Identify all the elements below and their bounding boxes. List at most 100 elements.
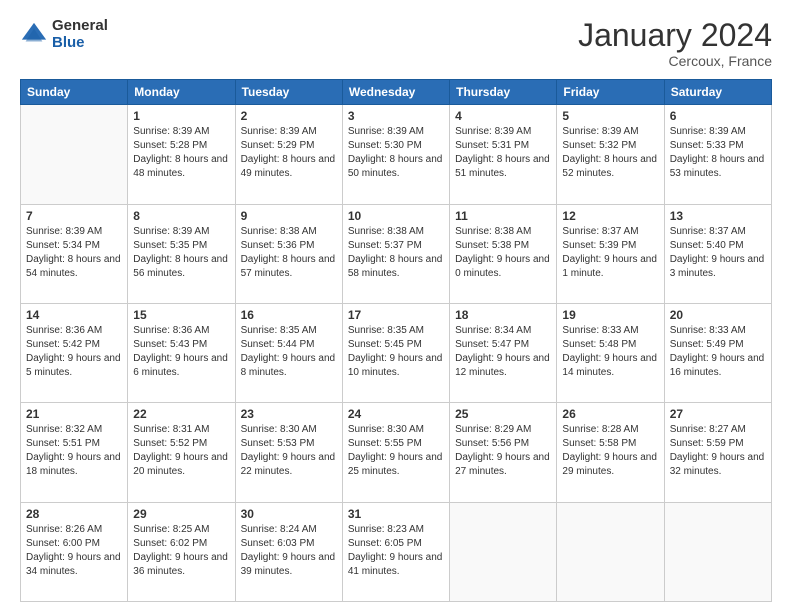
calendar-body: 1 Sunrise: 8:39 AMSunset: 5:28 PMDaylight… bbox=[21, 105, 772, 602]
calendar-cell: 25 Sunrise: 8:29 AMSunset: 5:56 PMDayligh… bbox=[450, 403, 557, 502]
day-info: Sunrise: 8:32 AMSunset: 5:51 PMDaylight:… bbox=[26, 423, 122, 479]
day-info: Sunrise: 8:30 AMSunset: 5:53 PMDaylight:… bbox=[241, 423, 337, 479]
day-info: Sunrise: 8:38 AMSunset: 5:37 PMDaylight:… bbox=[348, 225, 444, 281]
day-info: Sunrise: 8:25 AMSunset: 6:02 PMDaylight:… bbox=[133, 523, 229, 579]
calendar-cell: 10Sunrise: 8:38 AMSunset: 5:37 PMDayligh… bbox=[342, 204, 449, 303]
day-info: Sunrise: 8:39 AMSunset: 5:35 PMDaylight:… bbox=[133, 225, 229, 281]
day-number: 13 bbox=[670, 209, 766, 223]
day-number: 23 bbox=[241, 407, 337, 421]
col-sunday: Sunday bbox=[21, 80, 128, 105]
calendar-week-4: 21 Sunrise: 8:32 AMSunset: 5:51 PMDayligh… bbox=[21, 403, 772, 502]
calendar-week-3: 14 Sunrise: 8:36 AMSunset: 5:42 PMDayligh… bbox=[21, 303, 772, 402]
day-number: 8 bbox=[133, 209, 229, 223]
day-number: 11 bbox=[455, 209, 551, 223]
logo-blue-text: Blue bbox=[52, 35, 108, 52]
day-number: 9 bbox=[241, 209, 337, 223]
calendar-cell: 27 Sunrise: 8:27 AMSunset: 5:59 PMDayligh… bbox=[664, 403, 771, 502]
calendar-header: Sunday Monday Tuesday Wednesday Thursday… bbox=[21, 80, 772, 105]
calendar-cell: 12 Sunrise: 8:37 AMSunset: 5:39 PMDayligh… bbox=[557, 204, 664, 303]
day-info: Sunrise: 8:27 AMSunset: 5:59 PMDaylight:… bbox=[670, 423, 766, 479]
day-info: Sunrise: 8:39 AMSunset: 5:32 PMDaylight:… bbox=[562, 125, 658, 181]
calendar-cell: 28 Sunrise: 8:26 AMSunset: 6:00 PMDayligh… bbox=[21, 502, 128, 601]
day-info: Sunrise: 8:24 AMSunset: 6:03 PMDaylight:… bbox=[241, 523, 337, 579]
day-info: Sunrise: 8:35 AMSunset: 5:44 PMDaylight:… bbox=[241, 324, 337, 380]
day-info: Sunrise: 8:33 AMSunset: 5:49 PMDaylight:… bbox=[670, 324, 766, 380]
col-tuesday: Tuesday bbox=[235, 80, 342, 105]
day-info: Sunrise: 8:39 AMSunset: 5:33 PMDaylight:… bbox=[670, 125, 766, 181]
logo-icon bbox=[20, 21, 48, 49]
header: General Blue January 2024 Cercoux, Franc… bbox=[20, 18, 772, 69]
day-number: 25 bbox=[455, 407, 551, 421]
day-number: 12 bbox=[562, 209, 658, 223]
day-info: Sunrise: 8:26 AMSunset: 6:00 PMDaylight:… bbox=[26, 523, 122, 579]
day-number: 28 bbox=[26, 507, 122, 521]
calendar-cell: 21 Sunrise: 8:32 AMSunset: 5:51 PMDayligh… bbox=[21, 403, 128, 502]
logo-text: General Blue bbox=[52, 18, 108, 51]
calendar-cell: 24Sunrise: 8:30 AMSunset: 5:55 PMDayligh… bbox=[342, 403, 449, 502]
day-number: 27 bbox=[670, 407, 766, 421]
day-info: Sunrise: 8:37 AMSunset: 5:39 PMDaylight:… bbox=[562, 225, 658, 281]
page: General Blue January 2024 Cercoux, Franc… bbox=[0, 0, 792, 612]
calendar-cell bbox=[21, 105, 128, 204]
calendar-cell: 14 Sunrise: 8:36 AMSunset: 5:42 PMDayligh… bbox=[21, 303, 128, 402]
calendar-cell: 18Sunrise: 8:34 AMSunset: 5:47 PMDayligh… bbox=[450, 303, 557, 402]
day-number: 21 bbox=[26, 407, 122, 421]
calendar-cell: 5Sunrise: 8:39 AMSunset: 5:32 PMDaylight… bbox=[557, 105, 664, 204]
calendar-cell bbox=[557, 502, 664, 601]
calendar-cell bbox=[450, 502, 557, 601]
day-number: 30 bbox=[241, 507, 337, 521]
calendar-cell: 22Sunrise: 8:31 AMSunset: 5:52 PMDayligh… bbox=[128, 403, 235, 502]
day-info: Sunrise: 8:23 AMSunset: 6:05 PMDaylight:… bbox=[348, 523, 444, 579]
calendar-cell: 16 Sunrise: 8:35 AMSunset: 5:44 PMDayligh… bbox=[235, 303, 342, 402]
calendar-cell: 26Sunrise: 8:28 AMSunset: 5:58 PMDayligh… bbox=[557, 403, 664, 502]
day-info: Sunrise: 8:33 AMSunset: 5:48 PMDaylight:… bbox=[562, 324, 658, 380]
day-info: Sunrise: 8:39 AMSunset: 5:31 PMDaylight:… bbox=[455, 125, 551, 181]
calendar-cell: 9 Sunrise: 8:38 AMSunset: 5:36 PMDaylight… bbox=[235, 204, 342, 303]
calendar-cell: 30 Sunrise: 8:24 AMSunset: 6:03 PMDayligh… bbox=[235, 502, 342, 601]
day-number: 20 bbox=[670, 308, 766, 322]
location: Cercoux, France bbox=[578, 53, 772, 69]
calendar-cell: 2 Sunrise: 8:39 AMSunset: 5:29 PMDaylight… bbox=[235, 105, 342, 204]
header-row: Sunday Monday Tuesday Wednesday Thursday… bbox=[21, 80, 772, 105]
col-friday: Friday bbox=[557, 80, 664, 105]
day-info: Sunrise: 8:36 AMSunset: 5:42 PMDaylight:… bbox=[26, 324, 122, 380]
calendar-cell: 8 Sunrise: 8:39 AMSunset: 5:35 PMDaylight… bbox=[128, 204, 235, 303]
calendar-cell: 29 Sunrise: 8:25 AMSunset: 6:02 PMDayligh… bbox=[128, 502, 235, 601]
day-number: 16 bbox=[241, 308, 337, 322]
col-monday: Monday bbox=[128, 80, 235, 105]
day-info: Sunrise: 8:36 AMSunset: 5:43 PMDaylight:… bbox=[133, 324, 229, 380]
logo: General Blue bbox=[20, 18, 108, 51]
calendar-cell: 17Sunrise: 8:35 AMSunset: 5:45 PMDayligh… bbox=[342, 303, 449, 402]
calendar-cell: 15Sunrise: 8:36 AMSunset: 5:43 PMDayligh… bbox=[128, 303, 235, 402]
month-title: January 2024 bbox=[578, 18, 772, 53]
calendar-cell: 6Sunrise: 8:39 AMSunset: 5:33 PMDaylight… bbox=[664, 105, 771, 204]
calendar-cell: 3 Sunrise: 8:39 AMSunset: 5:30 PMDaylight… bbox=[342, 105, 449, 204]
day-info: Sunrise: 8:39 AMSunset: 5:30 PMDaylight:… bbox=[348, 125, 444, 181]
day-info: Sunrise: 8:30 AMSunset: 5:55 PMDaylight:… bbox=[348, 423, 444, 479]
day-info: Sunrise: 8:29 AMSunset: 5:56 PMDaylight:… bbox=[455, 423, 551, 479]
day-info: Sunrise: 8:34 AMSunset: 5:47 PMDaylight:… bbox=[455, 324, 551, 380]
calendar-cell: 4Sunrise: 8:39 AMSunset: 5:31 PMDaylight… bbox=[450, 105, 557, 204]
calendar-week-2: 7 Sunrise: 8:39 AMSunset: 5:34 PMDaylight… bbox=[21, 204, 772, 303]
calendar-cell: 1 Sunrise: 8:39 AMSunset: 5:28 PMDaylight… bbox=[128, 105, 235, 204]
day-number: 14 bbox=[26, 308, 122, 322]
day-info: Sunrise: 8:39 AMSunset: 5:34 PMDaylight:… bbox=[26, 225, 122, 281]
calendar-table: Sunday Monday Tuesday Wednesday Thursday… bbox=[20, 79, 772, 602]
day-number: 26 bbox=[562, 407, 658, 421]
day-number: 1 bbox=[133, 109, 229, 123]
day-number: 7 bbox=[26, 209, 122, 223]
day-number: 2 bbox=[241, 109, 337, 123]
calendar-week-1: 1 Sunrise: 8:39 AMSunset: 5:28 PMDaylight… bbox=[21, 105, 772, 204]
day-info: Sunrise: 8:38 AMSunset: 5:36 PMDaylight:… bbox=[241, 225, 337, 281]
day-info: Sunrise: 8:31 AMSunset: 5:52 PMDaylight:… bbox=[133, 423, 229, 479]
calendar-cell: 19 Sunrise: 8:33 AMSunset: 5:48 PMDayligh… bbox=[557, 303, 664, 402]
day-number: 19 bbox=[562, 308, 658, 322]
day-number: 29 bbox=[133, 507, 229, 521]
calendar-cell: 20 Sunrise: 8:33 AMSunset: 5:49 PMDayligh… bbox=[664, 303, 771, 402]
day-number: 3 bbox=[348, 109, 444, 123]
title-area: January 2024 Cercoux, France bbox=[578, 18, 772, 69]
day-info: Sunrise: 8:39 AMSunset: 5:28 PMDaylight:… bbox=[133, 125, 229, 181]
day-number: 31 bbox=[348, 507, 444, 521]
calendar-cell bbox=[664, 502, 771, 601]
day-info: Sunrise: 8:39 AMSunset: 5:29 PMDaylight:… bbox=[241, 125, 337, 181]
